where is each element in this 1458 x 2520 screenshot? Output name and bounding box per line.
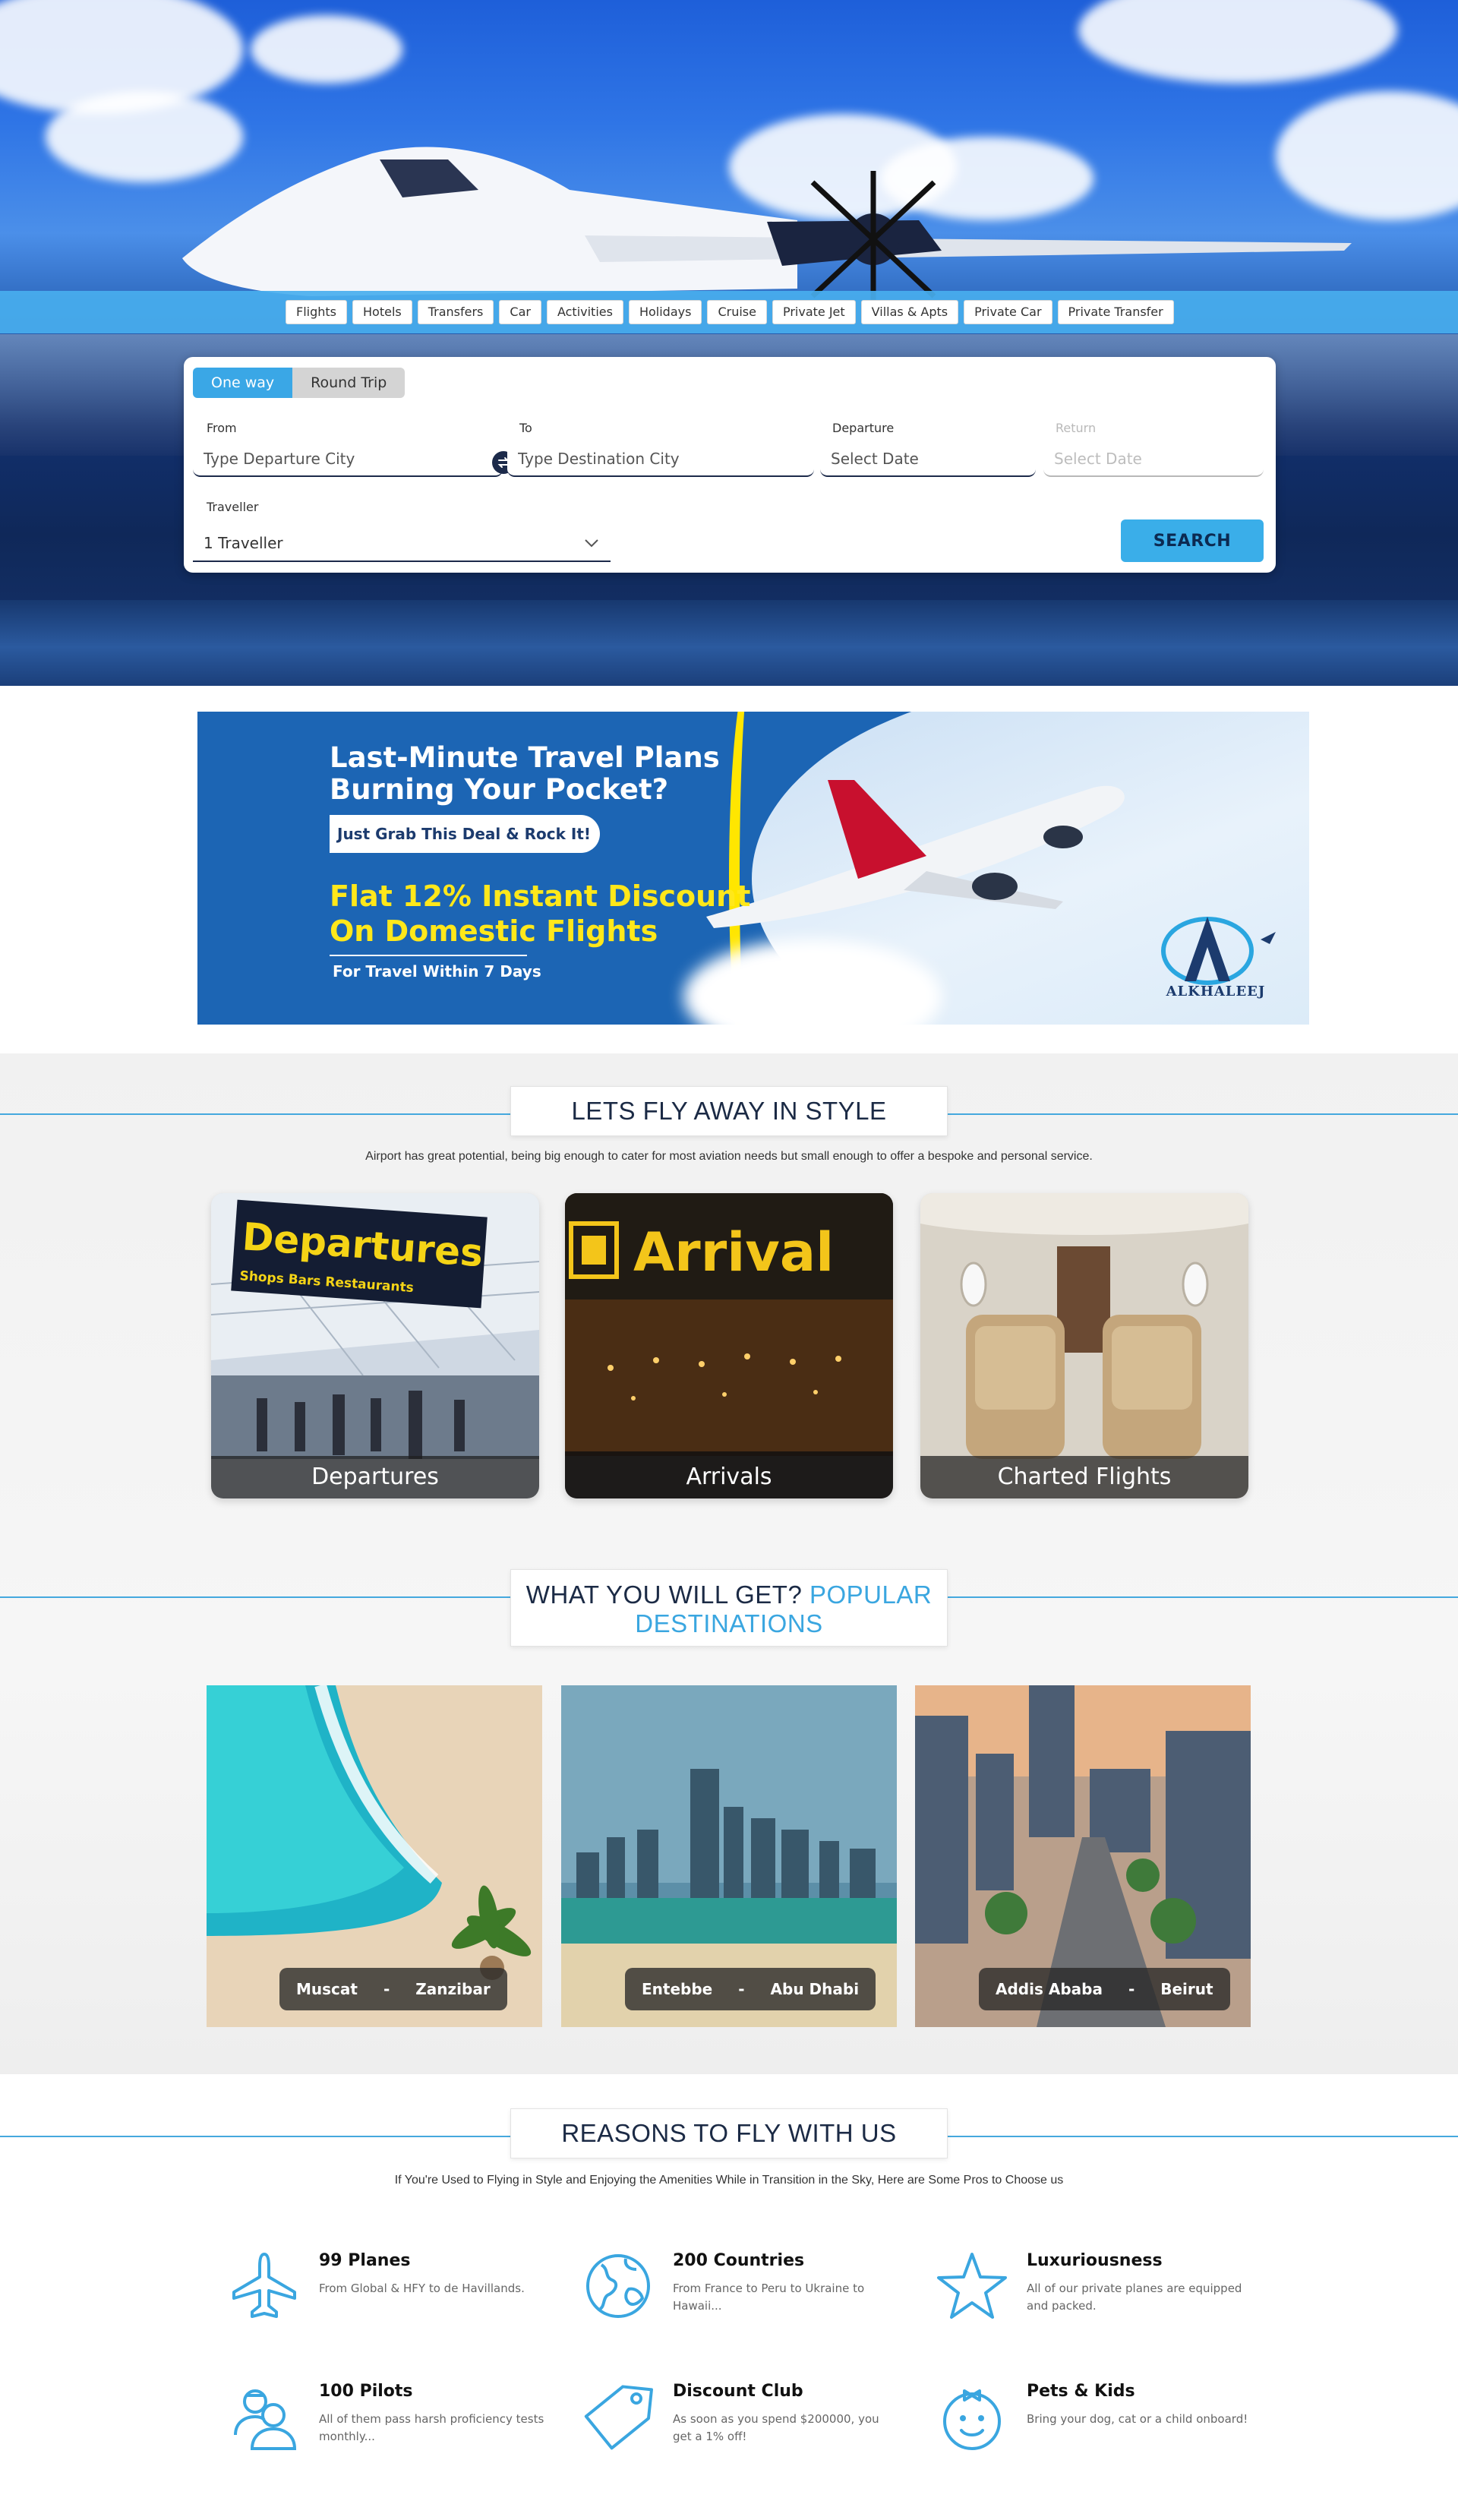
category-card-arrivals[interactable]: Arrival Arrivals <box>565 1193 893 1498</box>
airplane-illustration <box>182 147 1352 304</box>
reason-text: From France to Peru to Ukraine to Hawaii… <box>673 2282 865 2313</box>
jet-airplane-illustration <box>706 780 1125 928</box>
from-input[interactable] <box>193 442 503 477</box>
search-button[interactable]: SEARCH <box>1121 519 1264 562</box>
reason-item-discount: Discount Club As soon as you spend $2000… <box>582 2380 901 2471</box>
pilots-icon <box>234 2389 297 2450</box>
reason-item-luxury: Luxuriousness All of our private planes … <box>936 2250 1254 2341</box>
chevron-down-icon <box>585 539 598 548</box>
route-to: Zanzibar <box>415 1980 491 1998</box>
route-separator: - <box>738 1980 745 1998</box>
star-icon <box>937 2253 1007 2319</box>
tab-cruise[interactable]: Cruise <box>707 300 767 324</box>
reasons-section-subtitle: If You're Used to Flying in Style and En… <box>394 2174 1064 2187</box>
style-section-title: LETS FLY AWAY IN STYLE <box>510 1086 948 1136</box>
route-pill: Entebbe - Abu Dhabi <box>625 1968 876 2010</box>
reason-text: Bring your dog, cat or a child onboard! <box>1027 2412 1248 2426</box>
hero-banner: Flights Hotels Transfers Car Activities … <box>0 0 1458 686</box>
price-tag-icon <box>584 2385 653 2450</box>
traveller-select[interactable]: 1 Traveller <box>193 526 611 562</box>
alkhaleej-logo-icon <box>1161 917 1276 985</box>
destinations-title-main: WHAT YOU WILL GET? <box>525 1581 803 1609</box>
sky-cloud <box>1078 0 1397 84</box>
to-label: To <box>519 421 532 435</box>
from-label: From <box>207 421 237 435</box>
reason-title: Luxuriousness <box>1027 2251 1163 2270</box>
arrivals-caption: Arrivals <box>565 1456 893 1498</box>
promo-offer: Flat 12% Instant Discount On Domestic Fl… <box>330 879 751 948</box>
tab-activities[interactable]: Activities <box>546 300 623 324</box>
reason-text: All of them pass harsh proficiency tests… <box>319 2412 544 2443</box>
route-pill: Muscat - Zanzibar <box>279 1968 507 2010</box>
promo-condition: For Travel Within 7 Days <box>333 962 541 981</box>
departure-date-input[interactable] <box>820 442 1036 477</box>
round-trip-button[interactable]: Round Trip <box>292 368 406 398</box>
promo-headline: Last-Minute Travel Plans Burning Your Po… <box>330 741 720 806</box>
tab-villas-apts[interactable]: Villas & Apts <box>860 300 959 324</box>
tab-car[interactable]: Car <box>499 300 541 324</box>
traveller-value: 1 Traveller <box>204 534 283 552</box>
route-separator: - <box>383 1980 390 1998</box>
reason-text: As soon as you spend $200000, you get a … <box>673 2412 879 2443</box>
flight-search-form: One way Round Trip From To Departure Ret… <box>184 357 1276 573</box>
trip-type-toggle: One way Round Trip <box>193 368 406 398</box>
reason-text: All of our private planes are equipped a… <box>1027 2282 1242 2313</box>
tab-holidays[interactable]: Holidays <box>628 300 702 324</box>
reason-item-pets-kids: Pets & Kids Bring your dog, cat or a chi… <box>936 2380 1254 2471</box>
route-separator: - <box>1128 1980 1135 1998</box>
traveller-label: Traveller <box>207 500 259 514</box>
departures-photo: Departures Shops Bars Restaurants <box>211 1193 539 1498</box>
destination-card-addis-ababa-beirut[interactable]: Addis Ababa - Beirut <box>915 1685 1251 2027</box>
route-from: Addis Ababa <box>996 1980 1103 1998</box>
return-date-input[interactable] <box>1043 442 1264 477</box>
route-pill: Addis Ababa - Beirut <box>979 1968 1230 2010</box>
airplane-icon <box>232 2253 296 2318</box>
child-face-icon <box>943 2389 1001 2450</box>
arrival-sign-text: Arrival <box>633 1221 834 1284</box>
tab-private-car[interactable]: Private Car <box>964 300 1052 324</box>
destination-card-muscat-zanzibar[interactable]: Muscat - Zanzibar <box>207 1685 542 2027</box>
tab-private-transfer[interactable]: Private Transfer <box>1057 300 1174 324</box>
private-jet-cabin-photo <box>920 1193 1248 1498</box>
reason-title: Discount Club <box>673 2382 803 2401</box>
reason-item-countries: 200 Countries From France to Peru to Ukr… <box>582 2250 901 2341</box>
route-to: Beirut <box>1160 1980 1213 1998</box>
destination-card-entebbe-abu-dhabi[interactable]: Entebbe - Abu Dhabi <box>561 1685 897 2027</box>
promo-banner[interactable]: Last-Minute Travel Plans Burning Your Po… <box>197 712 1309 1025</box>
tab-hotels[interactable]: Hotels <box>352 300 412 324</box>
promo-divider <box>330 955 527 956</box>
reason-title: 99 Planes <box>319 2251 411 2270</box>
one-way-button[interactable]: One way <box>193 368 293 398</box>
reason-item-planes: 99 Planes From Global & HFY to de Havill… <box>228 2250 547 2341</box>
to-input[interactable] <box>507 442 814 477</box>
departure-label: Departure <box>832 421 895 435</box>
route-from: Muscat <box>296 1980 358 1998</box>
category-card-charted-flights[interactable]: Charted Flights <box>920 1193 1248 1498</box>
tab-flights[interactable]: Flights <box>286 300 347 324</box>
reason-text: From Global & HFY to de Havillands. <box>319 2282 525 2295</box>
return-label: Return <box>1056 421 1097 435</box>
reasons-section-title: REASONS TO FLY WITH US <box>510 2108 948 2158</box>
departures-caption: Departures <box>211 1456 539 1498</box>
destinations-section-title: WHAT YOU WILL GET? POPULAR DESTINATIONS <box>510 1569 948 1647</box>
reason-title: 100 Pilots <box>319 2382 413 2401</box>
globe-icon <box>586 2254 650 2318</box>
tab-transfers[interactable]: Transfers <box>417 300 494 324</box>
reason-title: 200 Countries <box>673 2251 805 2270</box>
route-to: Abu Dhabi <box>770 1980 860 1998</box>
tab-private-jet[interactable]: Private Jet <box>772 300 856 324</box>
reason-item-pilots: 100 Pilots All of them pass harsh profic… <box>228 2380 547 2471</box>
promo-deal-pill: Just Grab This Deal & Rock It! <box>330 815 600 853</box>
charted-flights-caption: Charted Flights <box>920 1456 1248 1498</box>
service-tabs: Flights Hotels Transfers Car Activities … <box>286 300 1174 324</box>
reason-title: Pets & Kids <box>1027 2382 1135 2401</box>
arrivals-photo: Arrival <box>565 1193 893 1498</box>
route-from: Entebbe <box>642 1980 713 1998</box>
sky-cloud <box>251 15 402 84</box>
category-card-departures[interactable]: Departures Shops Bars Restaurants Depart… <box>211 1193 539 1498</box>
style-section-subtitle: Airport has great potential, being big e… <box>365 1150 1093 1163</box>
alkhaleej-logo-text: ALKHALEEJ <box>1166 984 1266 999</box>
water-reflection <box>0 600 1458 686</box>
